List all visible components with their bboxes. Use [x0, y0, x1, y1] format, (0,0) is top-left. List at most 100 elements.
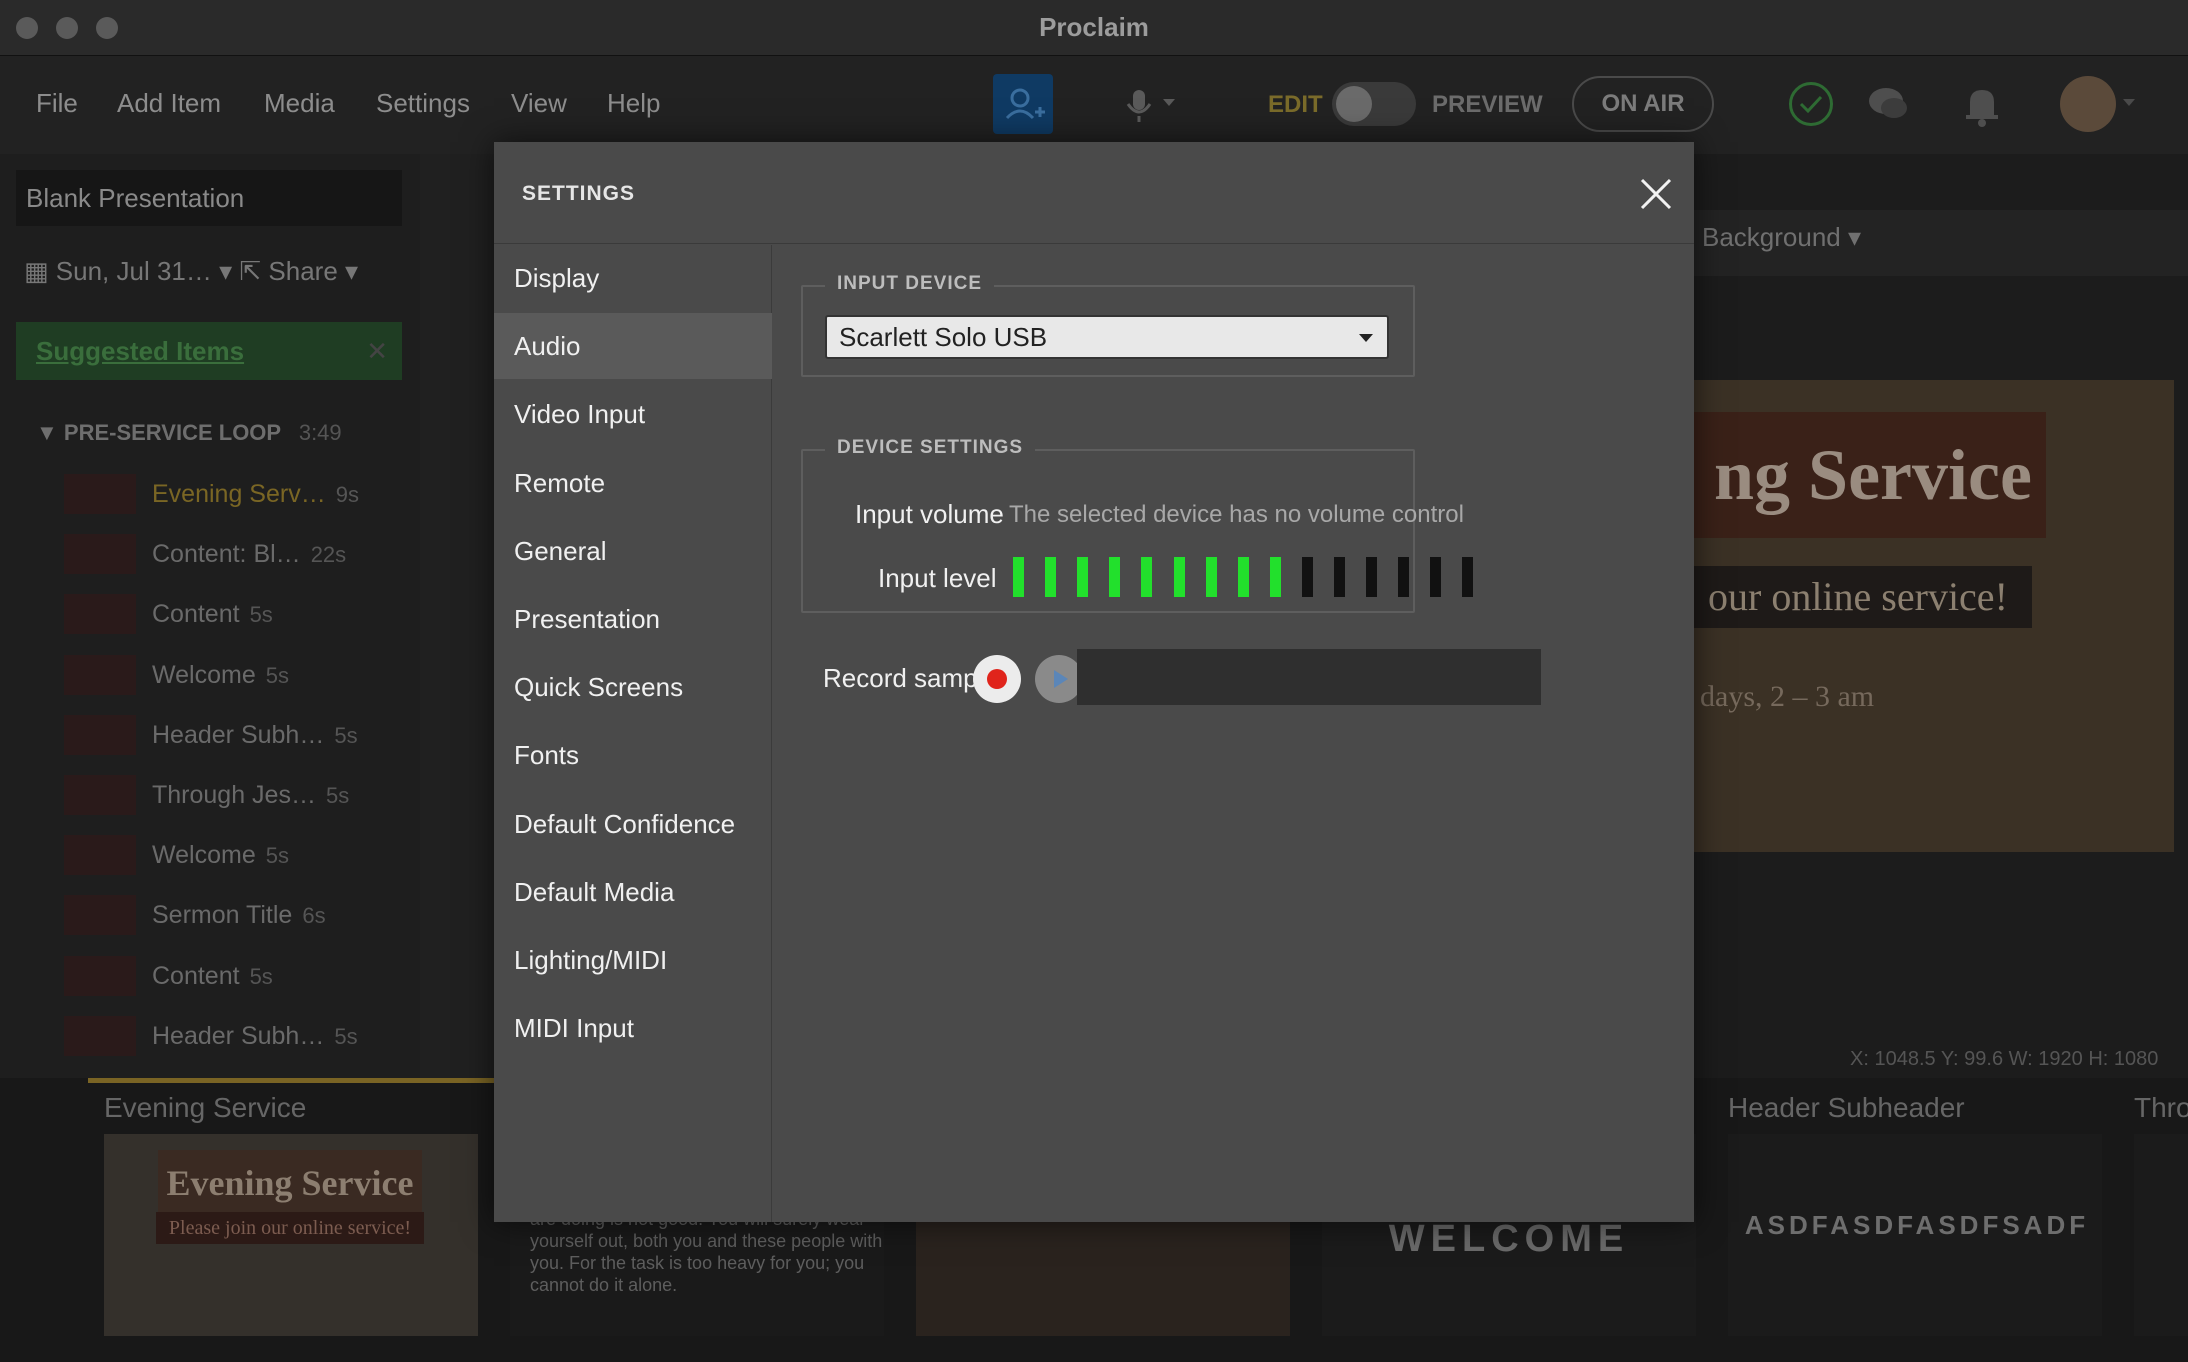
nav-item-default-confidence[interactable]: Default Confidence: [494, 791, 772, 857]
level-segment: [1366, 557, 1378, 597]
filmstrip-label-evening: Evening Service: [104, 1092, 307, 1123]
loop-header[interactable]: ▼ PRE-SERVICE LOOP 3:49: [36, 420, 342, 446]
nav-item-fonts[interactable]: Fonts: [494, 722, 772, 788]
menu-help[interactable]: Help: [607, 88, 660, 119]
collapse-triangle-icon[interactable]: ▼: [36, 420, 64, 445]
audio-settings-pane: INPUT DEVICE Scarlett Solo USB DEVICE SE…: [773, 245, 1694, 1222]
level-segment: [1173, 557, 1185, 597]
service-item[interactable]: Evening Serv… 9s: [0, 466, 410, 526]
service-item[interactable]: Welcome 5s: [0, 827, 410, 887]
chevron-down-icon[interactable]: [1162, 98, 1176, 108]
service-item[interactable]: Through Jes… 5s: [0, 767, 410, 827]
device-settings-legend: DEVICE SETTINGS: [825, 437, 1036, 459]
background-dropdown[interactable]: Background ▾: [1702, 222, 1861, 253]
on-air-button[interactable]: ON AIR: [1572, 76, 1714, 132]
menu-bar: File Add Item Media Settings View Help: [0, 56, 2188, 154]
nav-item-quick-screens[interactable]: Quick Screens: [494, 654, 772, 720]
service-item[interactable]: Sermon Title 6s: [0, 887, 410, 947]
thumb-welcome: WELCOME: [1388, 1218, 1630, 1260]
nav-item-remote[interactable]: Remote: [494, 450, 772, 516]
input-volume-label: Input volume: [855, 499, 1004, 529]
menu-file[interactable]: File: [36, 88, 78, 119]
item-thumbnail: [64, 594, 136, 635]
filmstrip-selection-bar: [88, 1078, 494, 1083]
level-segment: [1013, 557, 1024, 597]
service-item[interactable]: Header Subh… 5s: [0, 1008, 410, 1068]
level-segment: [1045, 557, 1057, 597]
toggle-knob: [1336, 86, 1372, 122]
level-segment: [1141, 557, 1153, 597]
presentation-name[interactable]: Blank Presentation: [16, 170, 402, 226]
menu-add-item[interactable]: Add Item: [117, 88, 221, 119]
input-device-value: Scarlett Solo USB: [839, 322, 1048, 352]
item-thumbnail: [64, 534, 136, 575]
preview-label: PREVIEW: [1432, 91, 1543, 118]
filmstrip-label-header: Header Subheader: [1728, 1092, 1965, 1123]
settings-dialog: SETTINGS Display Audio Video Input Remote Ge…: [494, 142, 1694, 1222]
menu-view[interactable]: View: [511, 88, 567, 119]
nav-item-default-media[interactable]: Default Media: [494, 859, 772, 925]
avatar[interactable]: [2060, 76, 2116, 132]
record-sample-label: Record sample: [823, 663, 998, 693]
nav-item-video-input[interactable]: Video Input: [494, 381, 772, 447]
record-icon: [987, 669, 1007, 689]
suggested-items-link[interactable]: Suggested Items: [36, 336, 244, 366]
nav-item-display[interactable]: Display: [494, 245, 772, 311]
input-level-label: Input level: [878, 563, 997, 593]
settings-nav: Display Audio Video Input Remote General Pres…: [494, 245, 772, 1222]
level-segment: [1430, 557, 1442, 597]
preview-title: ng Service: [1694, 412, 2046, 538]
filmstrip-thumb[interactable]: [2134, 1134, 2188, 1336]
record-button[interactable]: [973, 655, 1021, 703]
menu-settings[interactable]: Settings: [376, 88, 470, 119]
chat-icon[interactable]: [1866, 84, 1910, 124]
presentation-date[interactable]: Sun, Jul 31…: [56, 256, 212, 286]
item-thumbnail: [64, 474, 136, 514]
nav-item-lighting-midi[interactable]: Lighting/MIDI: [494, 927, 772, 993]
level-segment: [1398, 557, 1410, 597]
loop-title: PRE-SERVICE LOOP: [63, 420, 281, 445]
calendar-icon[interactable]: ▦: [24, 256, 56, 286]
dialog-title: SETTINGS: [522, 182, 636, 205]
service-item[interactable]: Header Subh… 5s: [0, 707, 410, 767]
title-bar: Proclaim: [0, 0, 2188, 56]
nav-item-presentation[interactable]: Presentation: [494, 586, 772, 652]
item-label: Welcome 5s: [152, 660, 289, 689]
item-label: Content 5s: [152, 600, 273, 629]
date-share-row: ▦ Sun, Jul 31… ▾ ⇱ Share ▾: [24, 256, 358, 287]
input-device-select[interactable]: Scarlett Solo USB: [825, 315, 1389, 359]
share-icon[interactable]: ⇱: [239, 256, 268, 286]
suggested-items-banner[interactable]: Suggested Items ✕: [16, 322, 402, 380]
add-user-icon: [1005, 88, 1045, 120]
thumb-subtitle: Please join our online service!: [156, 1212, 424, 1244]
bell-icon[interactable]: [1962, 84, 2002, 128]
coordinate-readout: X: 1048.5 Y: 99.6 W: 1920 H: 1080: [1850, 1048, 2159, 1070]
nav-item-midi-input[interactable]: MIDI Input: [494, 995, 772, 1061]
preview-day: days, 2 – 3 am: [1700, 680, 1875, 713]
close-icon[interactable]: ✕: [366, 322, 388, 380]
add-user-button[interactable]: [993, 74, 1053, 134]
close-icon[interactable]: [1634, 172, 1678, 216]
level-segment: [1109, 557, 1121, 597]
level-segment: [1462, 557, 1474, 597]
menu-media[interactable]: Media: [264, 88, 335, 119]
item-thumbnail: [64, 955, 136, 996]
service-item[interactable]: Content: Bl… 22s: [0, 526, 410, 586]
service-item[interactable]: Welcome 5s: [0, 647, 410, 707]
nav-item-audio[interactable]: Audio: [494, 313, 772, 380]
loop-duration: 3:49: [298, 420, 342, 445]
sample-waveform-track: [1077, 649, 1541, 705]
item-thumbnail: [64, 714, 136, 755]
service-item[interactable]: Content 5s: [0, 586, 410, 646]
level-segment: [1301, 557, 1313, 597]
chevron-down-icon[interactable]: [2122, 98, 2136, 108]
nav-item-general[interactable]: General: [494, 518, 772, 584]
service-item[interactable]: Content 5s: [0, 948, 410, 1008]
play-button[interactable]: [1035, 655, 1083, 703]
share-button[interactable]: Share: [268, 256, 337, 286]
item-label: Through Jes… 5s: [152, 781, 350, 809]
microphone-icon[interactable]: [1124, 88, 1154, 124]
dropdown-arrow-icon: [1359, 334, 1373, 342]
edit-preview-toggle[interactable]: [1332, 82, 1416, 126]
status-check-icon[interactable]: [1789, 82, 1833, 126]
